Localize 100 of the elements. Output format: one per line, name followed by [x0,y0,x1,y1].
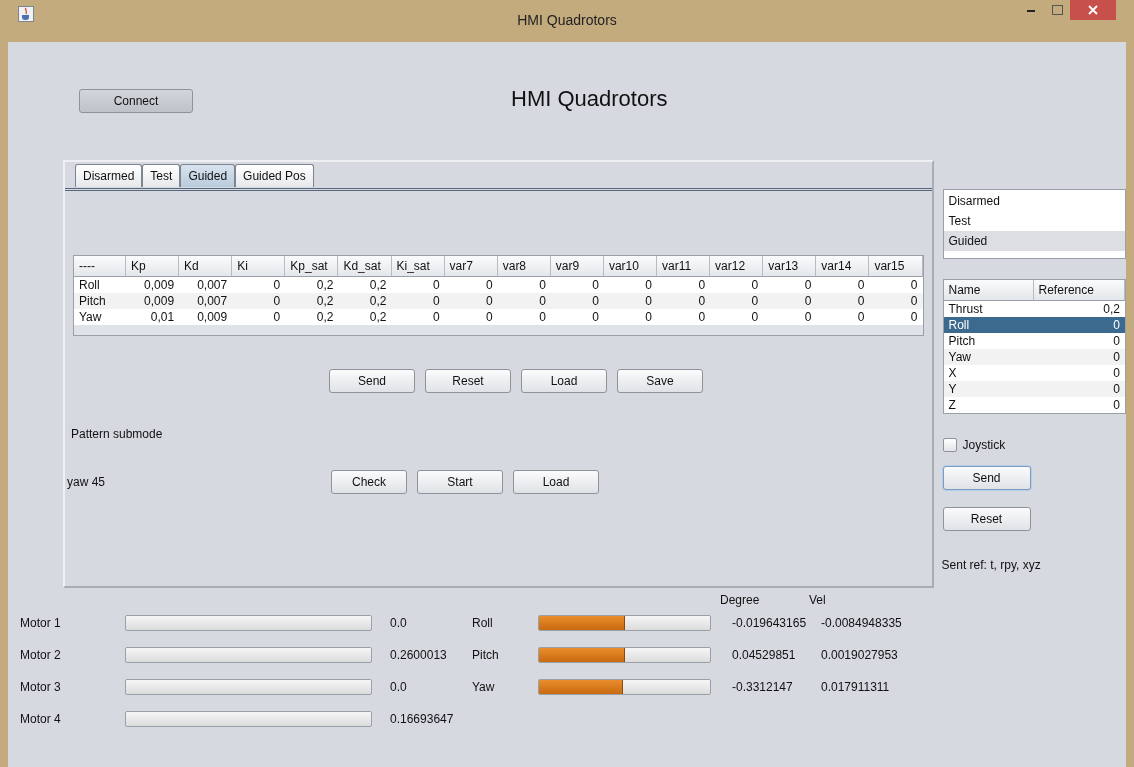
table-cell[interactable]: Yaw [943,349,1034,365]
column-header[interactable]: var11 [657,256,711,277]
motor-value: 0.16693647 [390,712,455,726]
column-header[interactable]: var7 [444,256,498,277]
table-cell[interactable]: 0 [1033,349,1125,365]
table-cell: 0 [391,277,445,293]
table-cell: 0 [497,293,551,309]
table-cell: 0 [444,277,498,293]
sent-ref-label: Sent ref: t, rpy, xyz [941,558,1042,572]
table-cell: 0 [603,309,657,325]
column-header[interactable]: var9 [550,256,604,277]
column-header[interactable]: Reference [1033,280,1125,301]
tab[interactable]: Guided [180,164,236,187]
table-cell: 0 [657,293,711,309]
column-header[interactable]: var12 [710,256,764,277]
motor-value: 0.2600013 [390,648,448,662]
reference-button[interactable]: Send [942,466,1031,490]
table-cell: Pitch [74,293,126,309]
table-cell: 0 [497,277,551,293]
table-cell: 0 [232,293,286,309]
table-cell[interactable]: 0 [1033,381,1125,397]
table-cell: 0 [869,277,923,293]
joystick-label: Joystick [962,438,1006,452]
table-action-button[interactable]: Load [521,369,607,393]
close-icon[interactable] [1088,5,1098,15]
column-header[interactable]: Kp [126,256,180,277]
table-cell: 0 [603,277,657,293]
table-cell: 0,2 [285,309,339,325]
table-cell: 0 [232,309,286,325]
tab[interactable]: Test [142,164,181,187]
pattern-button[interactable]: Load [513,470,599,494]
tab[interactable]: Guided Pos [235,164,314,187]
vel-value: -0.0084948335 [821,616,903,630]
pattern-button[interactable]: Check [331,470,407,494]
vel-header: Vel [809,593,826,607]
vel-value: 0.0019027953 [821,648,899,662]
column-header[interactable]: var13 [763,256,817,277]
window-title: HMI Quadrotors [517,12,617,28]
table-cell: 0,009 [126,293,180,309]
tab[interactable]: Disarmed [75,164,143,187]
attitude-label: Pitch [472,648,500,662]
table-cell: 0 [763,293,817,309]
column-header[interactable]: var10 [603,256,657,277]
table-cell: 0 [710,309,764,325]
table-cell: 0 [869,293,923,309]
cup-icon [18,6,34,22]
column-header[interactable]: Name [943,280,1034,301]
reference-button[interactable]: Reset [942,507,1031,531]
table-cell: 0 [869,309,923,325]
table-cell: 0 [763,277,817,293]
app-heading: HMI Quadrotors [511,86,668,112]
table-cell: 0 [816,277,870,293]
attitude-label: Yaw [472,680,496,694]
table-cell: 0 [497,309,551,325]
table-cell: 0,007 [179,277,233,293]
close-button[interactable] [1070,0,1116,20]
column-header[interactable]: var15 [869,256,923,277]
table-cell: 0 [603,293,657,309]
column-header[interactable]: Ki_sat [391,256,445,277]
table-cell: 0,2 [338,293,392,309]
table-cell: 0 [657,277,711,293]
joystick-checkbox[interactable] [942,438,957,452]
table-cell: 0,2 [285,293,339,309]
table-cell: 0,009 [179,309,233,325]
table-cell: 0,007 [179,293,233,309]
motor-label: Motor 2 [20,648,62,662]
table-action-button[interactable]: Reset [425,369,511,393]
column-header[interactable]: Kd [179,256,233,277]
table-cell[interactable]: 0 [1033,317,1125,333]
table-cell: 0 [657,309,711,325]
table-cell: 0,2 [338,277,392,293]
mode-list-item[interactable]: Guided [943,231,1125,251]
table-action-button[interactable]: Send [329,369,415,393]
table-action-button[interactable]: Save [617,369,703,393]
column-header[interactable]: var8 [497,256,551,277]
table-cell: 0 [232,277,286,293]
maximize-icon[interactable] [1051,5,1063,15]
column-header[interactable]: Ki [232,256,286,277]
table-cell: 0 [710,277,764,293]
pattern-value: yaw 45 [66,475,107,489]
column-header[interactable]: var14 [816,256,870,277]
degree-header: Degree [720,593,761,607]
column-header[interactable]: Kp_sat [285,256,339,277]
table-cell: 0 [816,309,870,325]
pattern-label: Pattern submode [71,427,164,441]
vel-value: 0.017911311 [821,680,891,694]
column-header[interactable]: ---- [74,256,126,277]
table-cell: 0,01 [126,309,180,325]
motor-label: Motor 1 [20,616,62,630]
table-cell: 0 [550,277,604,293]
connect-button[interactable]: Connect [79,89,193,113]
table-cell: 0 [763,309,817,325]
table-cell[interactable]: Y [943,381,1034,397]
attitude-label: Roll [472,616,494,630]
pattern-button[interactable]: Start [417,470,503,494]
motor-value: 0.0 [390,616,408,630]
column-header[interactable]: Kd_sat [338,256,392,277]
table-cell[interactable]: Roll [943,317,1034,333]
table-cell: 0 [391,293,445,309]
table-cell: Roll [74,277,126,293]
